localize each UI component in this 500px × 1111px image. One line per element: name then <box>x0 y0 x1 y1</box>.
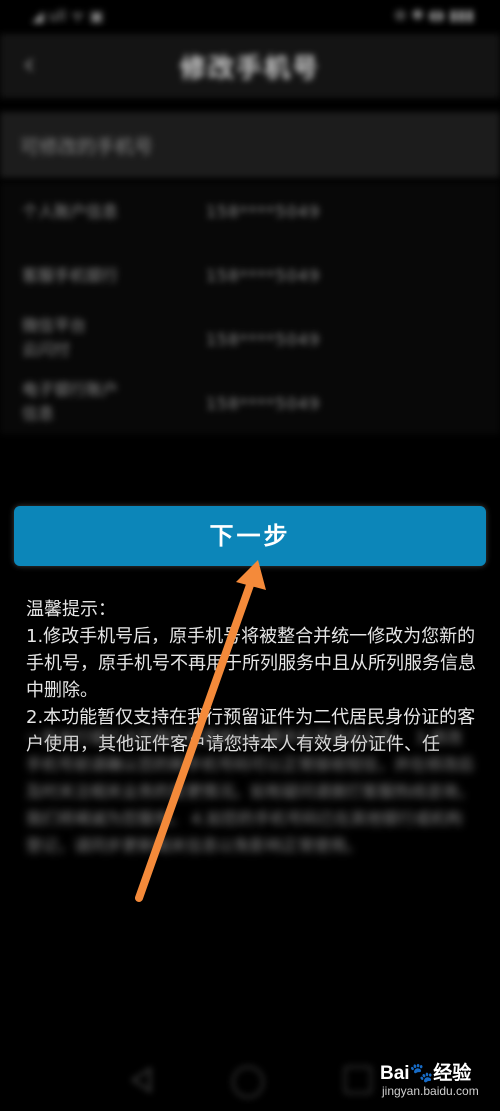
tips-line-1: 1.修改手机号后，原手机号将被整合并统一修改为您新的手机号，原手机号不再用于所列… <box>26 626 476 701</box>
item-phone-value: 158****5049 <box>206 394 321 413</box>
item-label: 客服手机银行 <box>22 266 119 285</box>
phone-binding-list: 个人账户信息 158****5049 客服手机银行 158****5049 微信… <box>0 182 500 434</box>
section-title: 可修改的手机号 <box>20 136 154 158</box>
list-item[interactable]: 个人账户信息 158****5049 <box>0 182 500 244</box>
item-label: 个人账户信息 <box>22 202 119 221</box>
section-header: 可修改的手机号 <box>0 112 500 178</box>
app-header: ‹ 修改手机号 <box>0 34 500 98</box>
next-step-button[interactable]: 下一步 <box>14 506 486 566</box>
square-recent-icon[interactable] <box>344 1066 372 1094</box>
next-step-label: 下一步 <box>209 523 291 550</box>
item-phone-value: 158****5049 <box>206 266 321 285</box>
item-label: 电子银行账户 信息 <box>22 380 119 423</box>
status-bar: ◢ ull ᯤ ▣ ⊛ ✱ ◖◗ ▮▮▮ <box>0 0 500 34</box>
item-label: 微信平台 云闪付 <box>22 316 87 359</box>
list-item[interactable]: 客服手机银行 158****5049 <box>0 244 500 306</box>
item-phone-value: 158****5049 <box>206 202 321 221</box>
page-title: 修改手机号 <box>179 54 320 84</box>
tips-title: 温馨提示： <box>26 599 116 620</box>
status-left-indicators: ◢ ull ᯤ ▣ <box>32 7 104 25</box>
tips-blurred-text: 一张本行银行卡到我行任意网点办理手机号修改业务。 3.修改手机号前请确认您的新手… <box>26 728 475 855</box>
list-item[interactable]: 微信平台 云闪付 158****5049 <box>0 312 500 374</box>
watermark-sub: jingyan.baidu.com <box>382 1084 479 1098</box>
status-right-indicators: ⊛ ✱ ◖◗ ▮▮▮ <box>393 6 474 24</box>
triangle-back-icon[interactable] <box>128 1066 156 1094</box>
watermark-main: Bai🐾经验 <box>380 1063 472 1084</box>
item-phone-value: 158****5049 <box>206 330 321 349</box>
list-item[interactable]: 电子银行账户 信息 158****5049 <box>0 376 500 434</box>
baidu-jingyan-watermark: Bai🐾经验 jingyan.baidu.com <box>380 1058 494 1106</box>
circle-home-icon[interactable] <box>232 1066 264 1098</box>
